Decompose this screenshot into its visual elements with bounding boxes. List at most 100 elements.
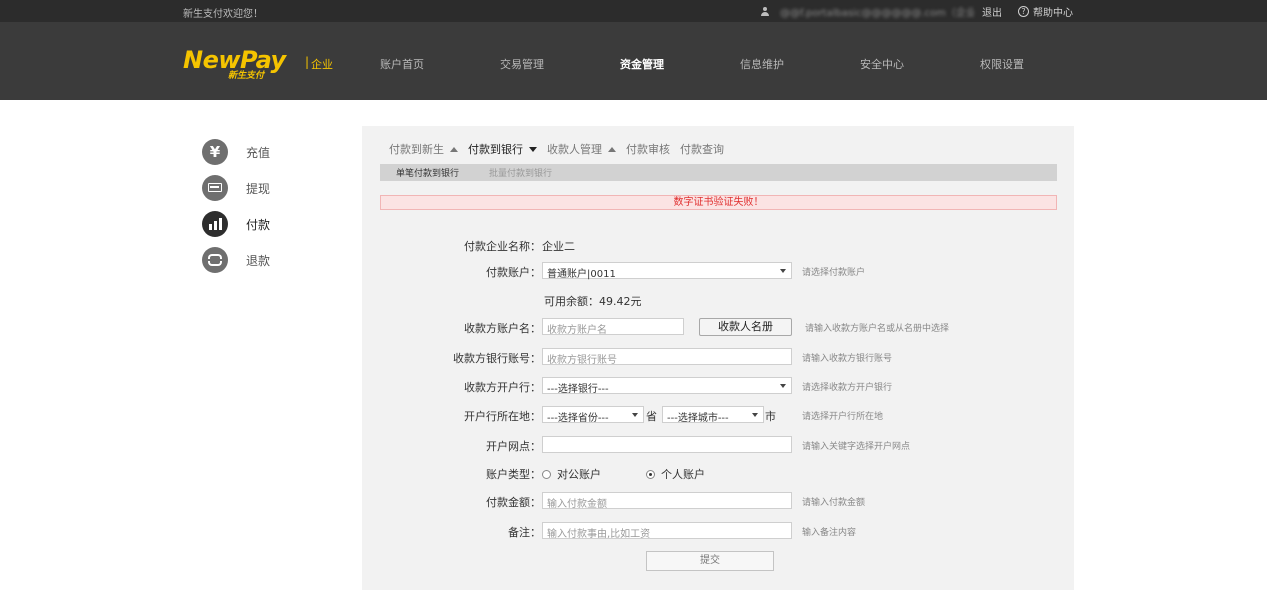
nav-permission-settings[interactable]: 权限设置 — [980, 56, 1100, 72]
bank-hint: 请选择收款方开户银行 — [802, 383, 893, 393]
sidebar-item-label: 充值 — [246, 145, 271, 160]
main-header: NewPay 新生支付 | 企业 账户首页 交易管理 资金管理 信息维护 安全中… — [0, 22, 1267, 100]
subnav-label: 付款到新生 — [389, 143, 444, 156]
amount-input[interactable]: 输入付款金额 — [542, 492, 792, 509]
payee-name-label: 收款方账户名： — [464, 322, 541, 335]
help-icon: ? — [1018, 6, 1029, 17]
help-center-link[interactable]: ? 帮助中心 — [1018, 4, 1073, 19]
yen-icon: ¥ — [202, 139, 228, 165]
tab-bar: 单笔付款到银行 批量付款到银行 — [380, 164, 1057, 181]
subnav-pay-to-newpay[interactable]: 付款到新生 — [389, 141, 458, 157]
subnav-label: 收款人管理 — [547, 143, 602, 156]
city-select-value: ---选择城市--- — [667, 413, 729, 424]
payee-book-button[interactable]: 收款人名册 — [699, 318, 792, 336]
chevron-down-icon — [780, 269, 786, 273]
branch-input[interactable] — [542, 436, 792, 453]
card-icon — [202, 175, 228, 201]
subnav-label: 付款查询 — [680, 143, 724, 156]
city-unit: 市 — [765, 410, 776, 423]
bank-select-value: ---选择银行--- — [547, 384, 609, 395]
row-account-type: 账户类型： 对公账户 个人账户 — [362, 464, 1074, 482]
row-location: 开户行所在地： ---选择省份--- 省 ---选择城市--- 市 请选择开户行… — [362, 406, 1074, 424]
account-type-label: 账户类型： — [486, 468, 541, 481]
sidebar: ¥ 充值 提现 付款 退款 — [202, 134, 270, 278]
sidebar-item-withdraw[interactable]: 提现 — [202, 170, 270, 206]
account-select[interactable]: 普通账户|0011 — [542, 262, 792, 280]
help-label: 帮助中心 — [1033, 8, 1073, 19]
row-branch: 开户网点： 请输入关键字选择开户网点 — [362, 436, 1074, 454]
user-area: @@f.portalbasic@@@@@@.com（企业二） 退出 ? 帮助中心 — [760, 4, 1073, 19]
tab-single-payment[interactable]: 单笔付款到银行 — [380, 166, 473, 179]
subnav-pay-to-bank[interactable]: 付款到银行 — [468, 141, 537, 157]
top-bar: 新生支付欢迎您！ @@f.portalbasic@@@@@@.com（企业二） … — [0, 0, 1267, 22]
account-select-value: 普通账户|0011 — [547, 269, 616, 280]
payee-name-input[interactable]: 收款方账户名 — [542, 318, 684, 335]
payee-account-hint: 请输入收款方银行账号 — [802, 354, 893, 364]
branch-hint: 请输入关键字选择开户网点 — [802, 442, 911, 452]
subnav-label: 付款审核 — [626, 143, 670, 156]
refund-arrows-icon — [202, 247, 228, 273]
logo-brand-sub: 新生支付 — [228, 71, 265, 81]
chevron-down-icon — [780, 384, 786, 388]
balance-text: 可用余额：49.42元 — [544, 295, 642, 308]
radio-public-label: 对公账户 — [557, 468, 601, 481]
company-value: 企业二 — [542, 240, 575, 253]
bank-select[interactable]: ---选择银行--- — [542, 377, 792, 395]
sidebar-item-recharge[interactable]: ¥ 充值 — [202, 134, 270, 170]
province-select-value: ---选择省份--- — [547, 413, 609, 424]
payee-name-hint: 请输入收款方账户名或从名册中选择 — [805, 324, 950, 334]
subnav-payment-query[interactable]: 付款查询 — [680, 141, 724, 157]
bar-chart-icon — [202, 211, 228, 237]
user-name: @@f.portalbasic@@@@@@.com（企业二） — [780, 8, 974, 19]
payee-account-label: 收款方银行账号： — [453, 352, 541, 365]
subnav-label: 付款到银行 — [468, 143, 523, 156]
main-panel: 付款到新生 付款到银行 收款人管理 付款审核 付款查询 单笔付款到银行 批量付款… — [362, 126, 1074, 590]
row-payee-account: 收款方银行账号： 收款方银行账号 请输入收款方银行账号 — [362, 348, 1074, 366]
error-alert: 数字证书验证失败！ — [380, 195, 1057, 210]
subnav-payee-management[interactable]: 收款人管理 — [547, 141, 616, 157]
nav-transaction-management[interactable]: 交易管理 — [500, 56, 620, 72]
bank-label: 收款方开户行： — [464, 381, 541, 394]
amount-label: 付款金额： — [486, 496, 541, 509]
welcome-text: 新生支付欢迎您！ — [183, 9, 263, 20]
province-unit: 省 — [646, 410, 657, 423]
row-account: 付款账户： 普通账户|0011 请选择付款账户 — [362, 262, 1074, 280]
chevron-down-icon — [632, 413, 638, 417]
newpay-logo[interactable]: NewPay 新生支付 | 企业 — [183, 46, 333, 81]
logo-separator: | — [305, 55, 310, 69]
branch-label: 开户网点： — [486, 440, 541, 453]
sidebar-item-payment[interactable]: 付款 — [202, 206, 270, 242]
radio-personal-label: 个人账户 — [661, 468, 705, 481]
subnav-payment-review[interactable]: 付款审核 — [626, 141, 670, 157]
company-label: 付款企业名称： — [464, 240, 541, 253]
city-select[interactable]: ---选择城市--- — [662, 406, 764, 424]
account-hint: 请选择付款账户 — [802, 268, 866, 278]
memo-input[interactable]: 输入付款事由,比如工资 — [542, 522, 792, 539]
caret-up-icon — [450, 146, 458, 152]
sidebar-item-refund[interactable]: 退款 — [202, 242, 270, 278]
location-label: 开户行所在地： — [464, 410, 541, 423]
tab-batch-payment[interactable]: 批量付款到银行 — [473, 166, 566, 179]
sidebar-item-label: 付款 — [246, 217, 271, 232]
payee-account-input[interactable]: 收款方银行账号 — [542, 348, 792, 365]
nav-account-home[interactable]: 账户首页 — [380, 56, 500, 72]
submit-button[interactable]: 提交 — [646, 551, 774, 571]
nav-fund-management[interactable]: 资金管理 — [620, 56, 740, 72]
main-nav: 账户首页 交易管理 资金管理 信息维护 安全中心 权限设置 — [380, 56, 1100, 72]
row-payee-name: 收款方账户名： 收款方账户名 收款人名册 请输入收款方账户名或从名册中选择 — [362, 318, 1074, 336]
row-company: 付款企业名称： 企业二 — [362, 236, 1074, 254]
radio-public-account[interactable]: 对公账户 — [542, 466, 601, 482]
sidebar-item-label: 退款 — [246, 253, 271, 268]
memo-label: 备注： — [508, 526, 541, 539]
row-balance: 可用余额：49.42元 — [362, 291, 1074, 309]
nav-security-center[interactable]: 安全中心 — [860, 56, 980, 72]
row-amount: 付款金额： 输入付款金额 请输入付款金额 — [362, 492, 1074, 510]
nav-info-maintenance[interactable]: 信息维护 — [740, 56, 860, 72]
amount-hint: 请输入付款金额 — [802, 498, 866, 508]
row-memo: 备注： 输入付款事由,比如工资 输入备注内容 — [362, 522, 1074, 540]
logout-link[interactable]: 退出 — [982, 4, 1002, 19]
sub-nav: 付款到新生 付款到银行 收款人管理 付款审核 付款查询 — [389, 141, 734, 157]
province-select[interactable]: ---选择省份--- — [542, 406, 644, 424]
radio-personal-account[interactable]: 个人账户 — [646, 466, 705, 482]
logo-business-label: 企业 — [311, 58, 333, 71]
